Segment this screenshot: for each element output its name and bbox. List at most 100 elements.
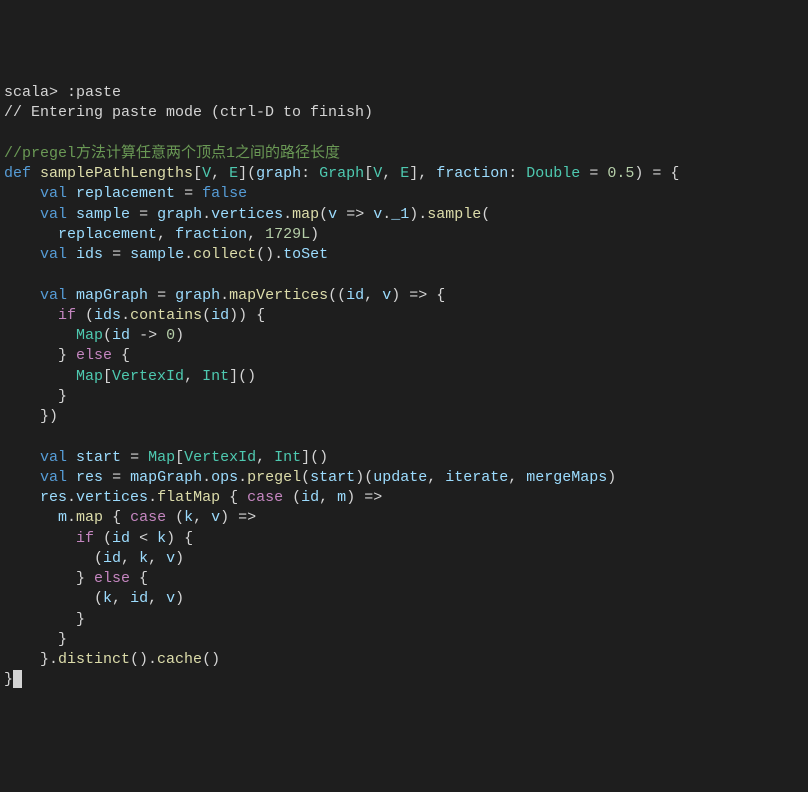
- code-token: (: [103, 327, 112, 344]
- code-token: map: [292, 206, 319, 223]
- code-token: [67, 287, 76, 304]
- code-token: contains: [130, 307, 202, 324]
- code-token: id: [130, 590, 148, 607]
- code-token: Int: [202, 368, 229, 385]
- code-token: }: [4, 347, 76, 364]
- code-token: ,: [382, 165, 400, 182]
- blank: [4, 428, 13, 445]
- code-token: start: [310, 469, 355, 486]
- code-token: ,: [157, 226, 175, 243]
- code-token: ) =>: [220, 509, 256, 526]
- code-line: }.distinct().cache(): [4, 650, 804, 670]
- code-token: ,: [112, 590, 130, 607]
- code-token: <: [130, 530, 157, 547]
- code-token: k: [157, 530, 166, 547]
- code-line: (k, id, v): [4, 589, 804, 609]
- code-token: iterate: [445, 469, 508, 486]
- code-token: Map: [148, 449, 175, 466]
- code-token: ,: [211, 165, 229, 182]
- code-token: res: [76, 469, 103, 486]
- code-token: k: [103, 590, 112, 607]
- code-text: }: [4, 671, 13, 688]
- code-line: if (id < k) {: [4, 529, 804, 549]
- code-token: (: [481, 206, 490, 223]
- code-token: ](): [229, 368, 256, 385]
- code-token: pregel: [247, 469, 301, 486]
- code-token: k: [139, 550, 148, 567]
- code-token: ,: [184, 368, 202, 385]
- code-line: }: [4, 630, 804, 650]
- code-line: } else {: [4, 569, 804, 589]
- code-token: collect: [193, 246, 256, 263]
- code-token: ): [607, 469, 616, 486]
- code-token: (: [319, 206, 328, 223]
- code-token: ,: [193, 509, 211, 526]
- code-token: {: [112, 347, 130, 364]
- code-token: ,: [364, 287, 382, 304]
- code-token: [67, 449, 76, 466]
- code-token: (: [4, 590, 103, 607]
- code-token: id: [112, 530, 130, 547]
- code-line: res.vertices.flatMap { case (id, m) =>: [4, 488, 804, 508]
- code-token: map: [76, 509, 103, 526]
- code-token: 1729L: [265, 226, 310, 243]
- code-token: else: [94, 570, 130, 587]
- code-token: V: [202, 165, 211, 182]
- repl-command[interactable]: :paste: [67, 84, 121, 101]
- code-token: ().: [256, 246, 283, 263]
- code-token: Map: [76, 327, 103, 344]
- code-token: vertices: [211, 206, 283, 223]
- code-token: {: [220, 489, 247, 506]
- code-token: [4, 449, 40, 466]
- code-token: ->: [130, 327, 166, 344]
- code-token: ,: [508, 469, 526, 486]
- code-token: 0.5: [607, 165, 634, 182]
- code-token: }: [4, 388, 67, 405]
- code-token: ,: [247, 226, 265, 243]
- code-token: ): [175, 550, 184, 567]
- code-token: sample: [76, 206, 130, 223]
- code-token: [4, 287, 40, 304]
- code-token: mergeMaps: [526, 469, 607, 486]
- code-token: case: [130, 509, 166, 526]
- code-token: Graph: [319, 165, 364, 182]
- code-token: m: [337, 489, 346, 506]
- code-token: vertices: [76, 489, 148, 506]
- code-token: id: [103, 550, 121, 567]
- code-line: (id, k, v): [4, 549, 804, 569]
- code-token: ids: [94, 307, 121, 324]
- code-token: if: [58, 307, 76, 324]
- code-line: val mapGraph = graph.mapVertices((id, v)…: [4, 286, 804, 306]
- code-token: [4, 307, 58, 324]
- code-token: id: [211, 307, 229, 324]
- code-token: false: [202, 185, 247, 202]
- code-token: }): [4, 408, 58, 425]
- code-token: =>: [337, 206, 373, 223]
- code-token: ids: [76, 246, 103, 263]
- code-token: _1: [391, 206, 409, 223]
- code-token: val: [40, 206, 67, 223]
- code-token: [31, 165, 40, 182]
- code-token: fraction: [436, 165, 508, 182]
- code-token: v: [328, 206, 337, 223]
- code-line: if (ids.contains(id)) {: [4, 306, 804, 326]
- code-token: res: [40, 489, 67, 506]
- code-token: graph: [256, 165, 301, 182]
- blank: [4, 266, 13, 283]
- code-token: if: [76, 530, 94, 547]
- code-token: ): [175, 327, 184, 344]
- code-token: val: [40, 449, 67, 466]
- code-line: [4, 265, 804, 285]
- code-token: )) {: [229, 307, 265, 324]
- code-token: [4, 206, 40, 223]
- code-token: ,: [148, 550, 166, 567]
- code-token: v: [373, 206, 382, 223]
- code-token: (: [202, 307, 211, 324]
- code-token: ): [310, 226, 319, 243]
- code-token: id: [112, 327, 130, 344]
- code-token: (: [4, 550, 103, 567]
- code-token: Int: [274, 449, 301, 466]
- terminal-output[interactable]: scala> :paste// Entering paste mode (ctr…: [4, 83, 804, 691]
- cursor-line: }: [4, 670, 804, 690]
- code-token: replacement: [76, 185, 175, 202]
